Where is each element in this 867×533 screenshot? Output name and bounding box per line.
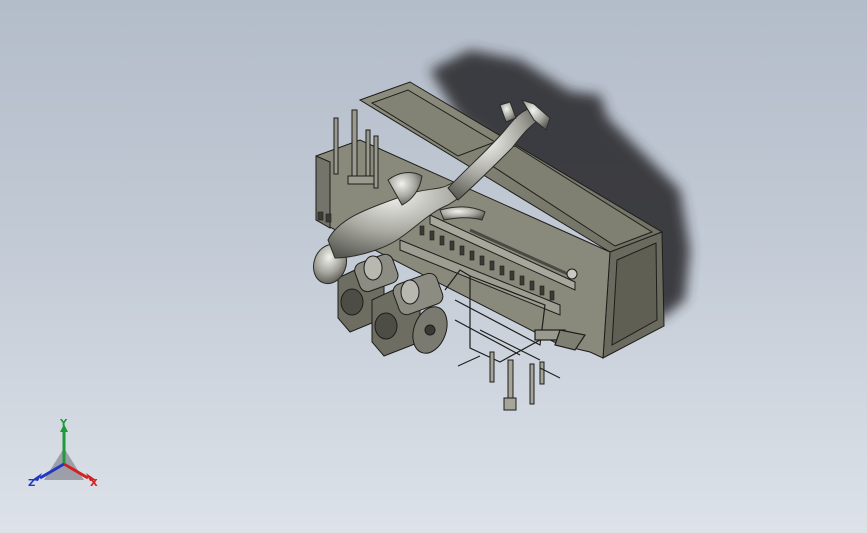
cad-3d-viewport[interactable]: Y X Z	[0, 0, 867, 533]
orientation-triad: Y X Z	[28, 418, 98, 489]
x-axis-label: X	[90, 478, 98, 489]
z-axis-label: Z	[28, 478, 35, 489]
machine-model-scene[interactable]	[0, 0, 867, 533]
support-legs	[457, 351, 561, 411]
y-axis-label: Y	[59, 418, 68, 429]
